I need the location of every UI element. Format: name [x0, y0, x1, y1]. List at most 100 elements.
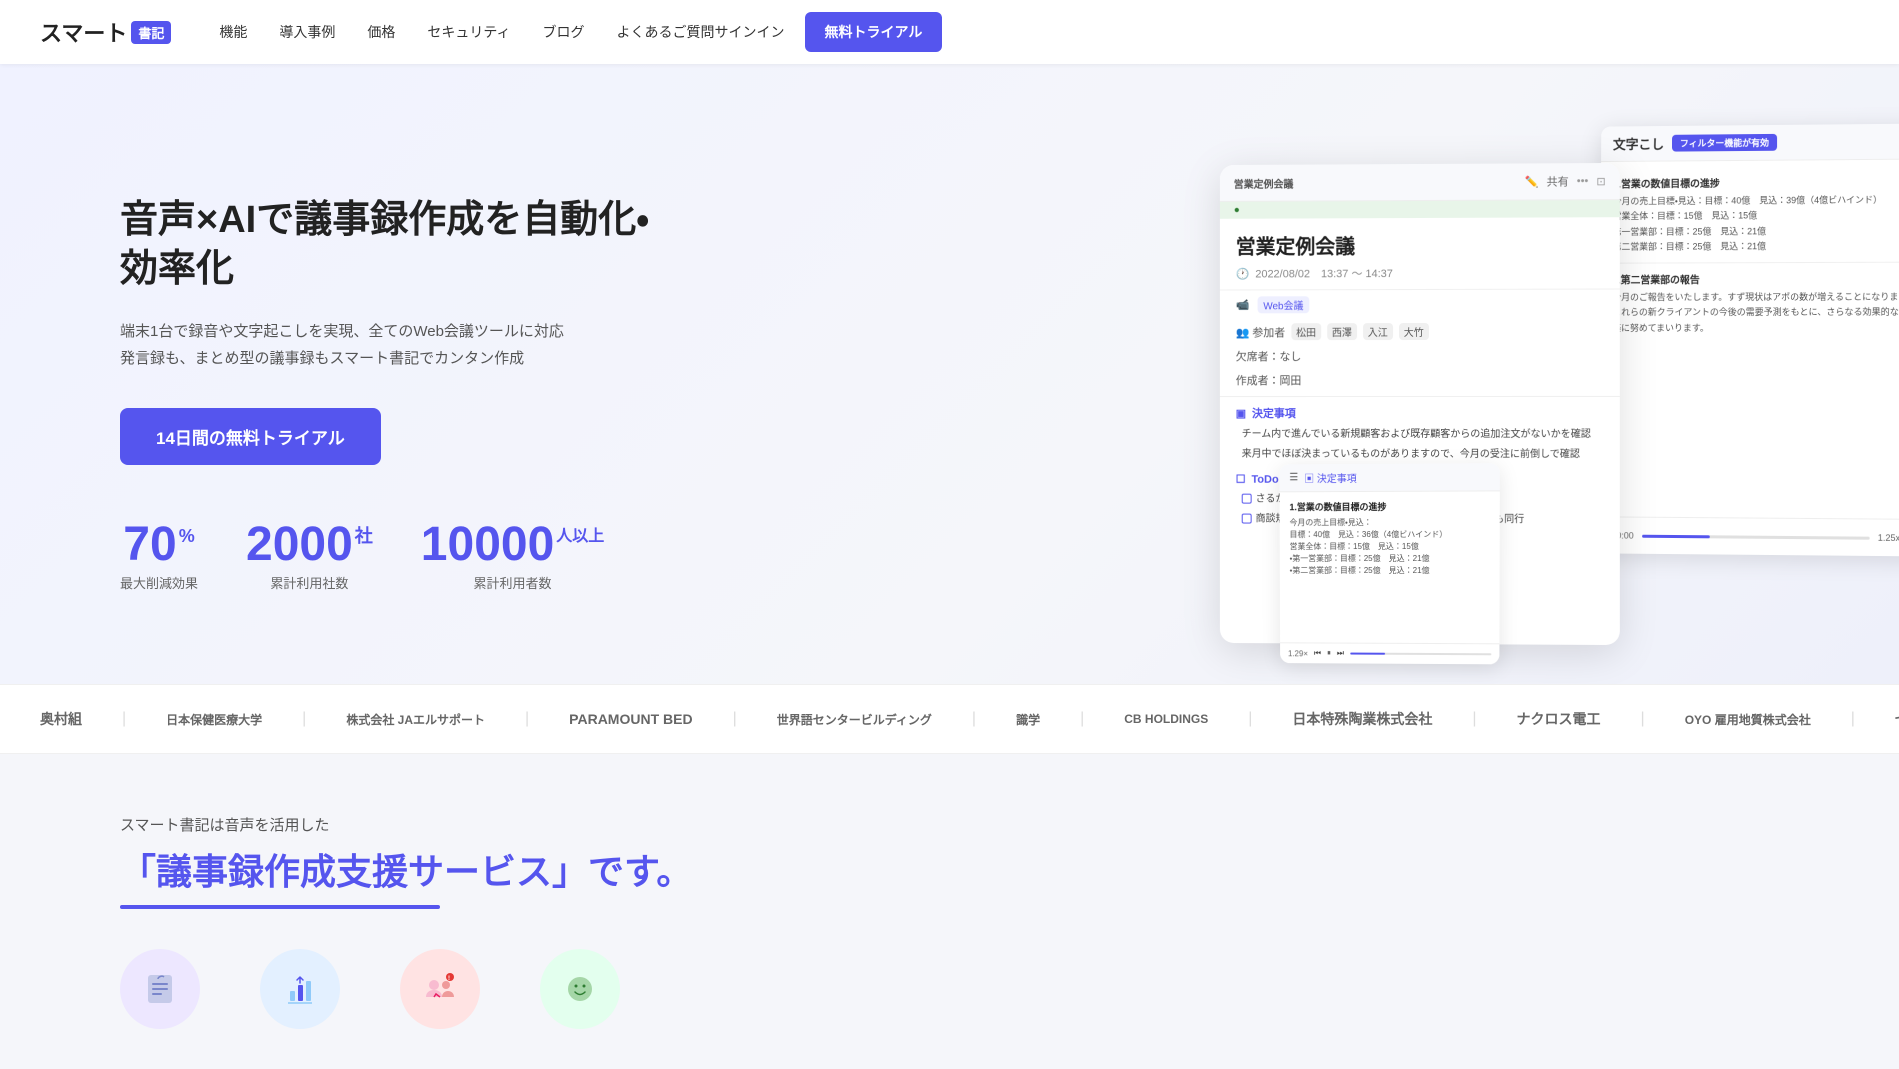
todo2-check — [1242, 514, 1252, 524]
audio-progress-bar[interactable] — [1642, 534, 1870, 539]
company-nittoku: 日本特殊陶業株式会社 — [1292, 709, 1432, 729]
mobile-progress-fill — [1350, 653, 1385, 655]
signin-link[interactable]: サインイン — [715, 22, 785, 42]
company-nacross: ナクロス電工 — [1517, 709, 1601, 729]
meeting-date: 🕐 2022/08/02 13:37 〜 14:37 — [1220, 262, 1620, 289]
hero-section: 音声×AIで議事録作成を自動化・効率化 端末1台で録音や文字起こしを実現、全ての… — [0, 64, 1899, 684]
nav-security[interactable]: セキュリティ — [427, 24, 510, 40]
section-ketteijiko: ▣決定事項 — [1220, 397, 1620, 425]
bottom-section: スマート書記は音声を活用した 「議事録作成支援サービス」です。 — [0, 754, 1899, 1069]
absence-row: 欠席者：なし — [1220, 344, 1620, 368]
companies-strip: 奥村組 | 日本保健医療大学 | 株式会社 JAエルサポート | PARAMOU… — [0, 684, 1899, 754]
stat1-label: 最大削減効果 — [120, 573, 198, 592]
bottom-icon-1 — [120, 949, 200, 1029]
share-icon[interactable]: 共有 — [1547, 173, 1569, 189]
stat2-unit: 社 — [355, 527, 373, 545]
mobile-card-content: 1.営業の数値目標の進捗 今月の売上目標・見込： 目標：40億 見込：36億（4… — [1279, 491, 1499, 591]
edit-icon[interactable]: ✏️ — [1525, 175, 1539, 188]
main-nav: 機能 導入事例 価格 セキュリティ ブログ よくあるご質問 — [219, 22, 714, 42]
hero-subtitle: 端末1台で録音や文字起こしを実現、全てのWeb会議ツールに対応 発言録も、まとめ… — [120, 318, 680, 372]
logo-text: スマート — [40, 16, 127, 48]
content1: チーム内で進んでいる新規顧客および既存顧客からの追加注文がないかを確認 — [1220, 425, 1620, 445]
bottom-icon-3: ! — [400, 949, 480, 1029]
filter-badge: フィルター機能が有効 — [1672, 134, 1777, 152]
participants-row: 👥 参加者 松田 西澤 入江 大竹 — [1220, 319, 1620, 345]
trial-button[interactable]: 無料トライアル — [805, 12, 943, 52]
transcript-text2: 今月のご報告をいたします。すず現状はアポの数が増えることになりますが、これらの新… — [1612, 290, 1899, 336]
skip-fwd-icon[interactable]: ⏭ — [1337, 649, 1344, 659]
logo-badge: 書記 — [131, 21, 171, 44]
stat3-label: 累計利用者数 — [474, 573, 552, 592]
stat1-number: 70 — [123, 521, 176, 569]
meeting-card-actions: ✏️ 共有 ••• ⊡ — [1525, 173, 1606, 189]
company-oyo: OYO 雇用地質株式会社 — [1685, 711, 1811, 728]
company-nihon-hoken: 日本保健医療大学 — [166, 711, 262, 728]
transcript-text1: 今月の売上目標・見込：目標：40億 見込：39億（4億ビハインド） 営業全体：目… — [1613, 192, 1899, 254]
stats-row: 70 % 最大削減効果 2000 社 累計利用社数 10000 人以上 累計利 — [120, 521, 680, 592]
nav-features[interactable]: 機能 — [219, 24, 247, 40]
transcript-sec2: 2.第二営業部の報告 — [1612, 271, 1899, 287]
transcription-panel-header: 文字こし フィルター機能が有効 — [1601, 123, 1899, 162]
smile-icon — [560, 969, 600, 1009]
transcript-divider — [1612, 262, 1899, 264]
skip-back-icon[interactable]: ⏮ — [1314, 648, 1321, 658]
company-cb: CB HOLDINGS — [1124, 712, 1208, 726]
play-icon[interactable]: ⏸ — [1327, 648, 1331, 658]
hero-left: 音声×AIで議事録作成を自動化・効率化 端末1台で録音や文字起こしを実現、全ての… — [120, 196, 680, 593]
stat2-number: 2000 — [246, 521, 353, 569]
transcription-title: 文字こし — [1613, 134, 1664, 153]
document-icon — [140, 969, 180, 1009]
hero-ui-mockup: 文字こし フィルター機能が有効 1.営業の数値目標の進捗 今月の売上目標・見込：… — [1219, 104, 1899, 664]
mobile-content-text: 今月の売上目標・見込： 目標：40億 見込：36億（4億ビハインド） 営業全体：… — [1289, 517, 1489, 577]
nav-blog[interactable]: ブログ — [543, 24, 585, 40]
participant2: 西澤 — [1327, 323, 1357, 340]
nav-links: 機能 導入事例 価格 セキュリティ ブログ よくあるご質問 — [219, 22, 714, 42]
transcription-content: 1.営業の数値目標の進捗 今月の売上目標・見込：目標：40億 見込：39億（4億… — [1600, 159, 1899, 346]
header: スマート 書記 機能 導入事例 価格 セキュリティ ブログ よくあるご質問 サイ… — [0, 0, 1899, 64]
mobile-section-title: 1.営業の数値目標の進捗 — [1289, 500, 1489, 514]
stat3-unit: 人以上 — [556, 529, 604, 545]
stat-reduction: 70 % 最大削減効果 — [120, 521, 198, 592]
bottom-headline-part1: 「議事録作成支援サービス」 — [120, 851, 588, 892]
mobile-audio-player: 1.29× ⏮ ⏸ ⏭ — [1280, 642, 1499, 664]
icon-circle-3: ! — [400, 949, 480, 1029]
icon-circle-2 — [260, 949, 340, 1029]
icon-circle-1 — [120, 949, 200, 1029]
chart-icon — [280, 969, 320, 1009]
participant3: 入江 — [1363, 323, 1393, 340]
hero-cta-button[interactable]: 14日間の無料トライアル — [120, 408, 381, 465]
expand-icon[interactable]: ⊡ — [1596, 175, 1605, 188]
bottom-content: スマート書記は音声を活用した 「議事録作成支援サービス」です。 — [120, 814, 1779, 1029]
meeting-card-header: 営業定例会議 ✏️ 共有 ••• ⊡ — [1220, 163, 1620, 202]
stat2-label: 累計利用社数 — [270, 573, 348, 592]
bottom-icon-2 — [260, 949, 340, 1029]
content2: 来月中でほぼ決まっているものがありますので、今月の受注に前倒しで確認 — [1220, 445, 1620, 465]
audio-player: 00:00 1.25x ▶ — [1599, 516, 1899, 556]
mobile-speed: 1.29× — [1288, 649, 1308, 658]
participant1: 松田 — [1291, 323, 1321, 340]
header-right: サインイン 無料トライアル — [715, 12, 943, 52]
icon-circle-4 — [540, 949, 620, 1029]
stat1-unit: % — [179, 527, 195, 545]
audio-progress-fill — [1642, 534, 1710, 538]
stat-users: 10000 人以上 累計利用者数 — [421, 521, 605, 592]
nav-pricing[interactable]: 価格 — [367, 24, 395, 40]
headline-underline — [120, 905, 440, 909]
meeting-title: 営業定例会議 — [1220, 217, 1620, 263]
nav-faq[interactable]: よくあるご質問 — [617, 24, 715, 40]
more-icon[interactable]: ••• — [1577, 175, 1589, 187]
nav-cases[interactable]: 導入事例 — [279, 24, 335, 40]
logo[interactable]: スマート 書記 — [40, 16, 171, 48]
audio-speed: 1.25x — [1878, 533, 1899, 543]
hero-title: 音声×AIで議事録作成を自動化・効率化 — [120, 196, 680, 295]
author-row: 作成者：岡田 — [1220, 368, 1620, 396]
mobile-progress[interactable] — [1350, 653, 1491, 656]
company-nanao: 七尾市 — [1895, 709, 1899, 729]
mobile-card-header: ☰ ▣ 決定事項 — [1279, 463, 1500, 492]
mobile-card: ☰ ▣ 決定事項 1.営業の数値目標の進捗 今月の売上目標・見込： 目標：40億… — [1279, 463, 1500, 664]
company-ja-el: 株式会社 JAエルサポート — [346, 711, 485, 728]
meeting-type-badge: Web会議 — [1257, 296, 1309, 313]
users-alert-icon: ! — [418, 967, 462, 1011]
todo1-check — [1242, 494, 1252, 504]
meeting-card-label: 営業定例会議 — [1234, 175, 1294, 190]
